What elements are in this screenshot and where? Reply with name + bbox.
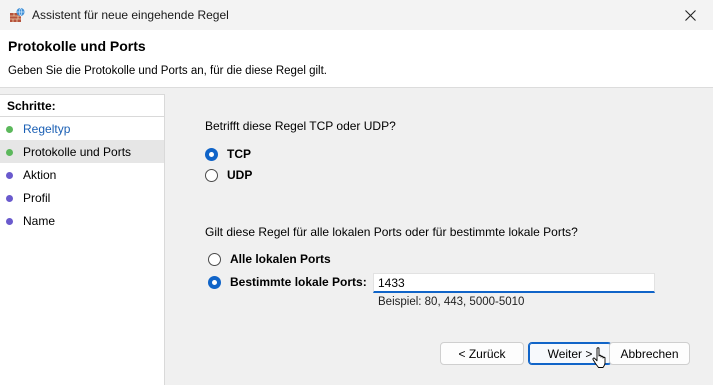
- radio-button-icon: [208, 252, 221, 266]
- ports-question: Gilt diese Regel für alle lokalen Ports …: [205, 225, 578, 239]
- step-name: Name: [0, 209, 164, 232]
- step-profil: Profil: [0, 186, 164, 209]
- step-status-icon: [6, 195, 13, 202]
- mouse-pointer-icon: [592, 347, 606, 368]
- step-label: Protokolle und Ports: [23, 145, 132, 159]
- local-ports-input[interactable]: [373, 273, 655, 293]
- step-status-icon: [6, 218, 13, 225]
- radio-button-icon: [208, 275, 221, 289]
- title-bar: Assistent für neue eingehende Regel: [0, 0, 713, 30]
- back-button[interactable]: < Zurück: [440, 342, 524, 365]
- cancel-button[interactable]: Abbrechen: [609, 342, 690, 365]
- close-button[interactable]: [667, 0, 713, 30]
- window-title: Assistent für neue eingehende Regel: [32, 8, 229, 22]
- radio-label: UDP: [227, 168, 253, 182]
- wizard-content: Betrifft diese Regel TCP oder UDP? TCP U…: [166, 94, 713, 385]
- step-status-icon: [6, 149, 13, 156]
- wizard-header: Protokolle und Ports Geben Sie die Proto…: [0, 30, 713, 88]
- step-regeltyp[interactable]: Regeltyp: [0, 117, 164, 140]
- step-status-icon: [6, 172, 13, 179]
- close-icon: [684, 9, 696, 21]
- radio-label: Bestimmte lokale Ports:: [230, 275, 367, 289]
- step-label: Regeltyp: [23, 122, 71, 136]
- protocol-question: Betrifft diese Regel TCP oder UDP?: [205, 119, 396, 133]
- steps-heading: Schritte:: [0, 95, 164, 117]
- radio-label: TCP: [227, 147, 251, 161]
- radio-label: Alle lokalen Ports: [230, 252, 331, 266]
- radio-udp[interactable]: UDP: [205, 167, 252, 183]
- ports-example-hint: Beispiel: 80, 443, 5000-5010: [378, 296, 525, 308]
- step-label: Name: [23, 214, 56, 228]
- radio-tcp[interactable]: TCP: [205, 146, 251, 162]
- step-protokolle-und-ports[interactable]: Protokolle und Ports: [0, 140, 164, 163]
- page-description: Geben Sie die Protokolle und Ports an, f…: [8, 65, 327, 77]
- radio-button-icon: [205, 147, 218, 161]
- steps-pane: Schritte: Regeltyp Protokolle und Ports …: [0, 94, 165, 385]
- radio-button-icon: [205, 168, 218, 182]
- firewall-wizard-icon: [10, 7, 25, 22]
- step-aktion: Aktion: [0, 163, 164, 186]
- step-label: Profil: [23, 191, 51, 205]
- page-title: Protokolle und Ports: [8, 38, 146, 54]
- radio-all-local-ports[interactable]: Alle lokalen Ports: [208, 251, 331, 267]
- step-label: Aktion: [23, 168, 57, 182]
- step-status-icon: [6, 126, 13, 133]
- radio-specific-local-ports[interactable]: Bestimmte lokale Ports:: [208, 274, 367, 290]
